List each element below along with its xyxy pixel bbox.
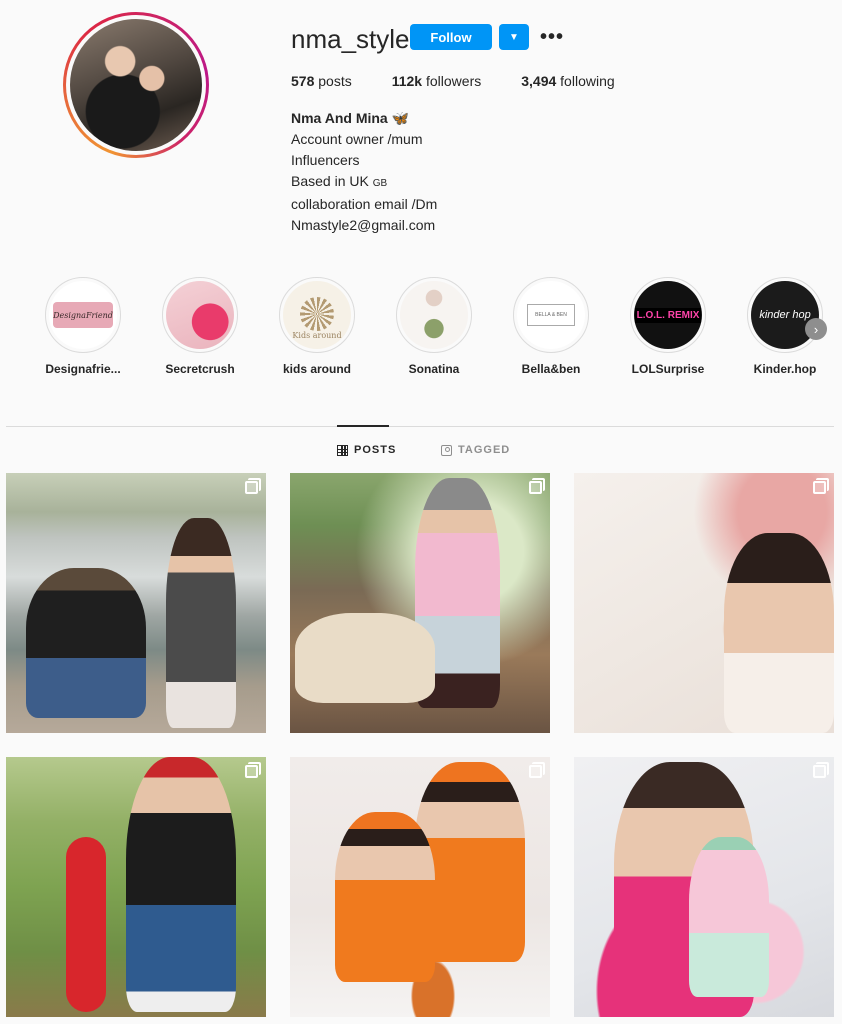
username: nma_style: [291, 24, 410, 54]
carousel-icon: [813, 762, 829, 778]
highlight-cover: Kids around: [283, 281, 351, 349]
post-thumbnail[interactable]: [574, 757, 834, 1017]
post-thumbnail[interactable]: [6, 473, 266, 733]
highlight-item[interactable]: BELLA & BEN Bella&ben: [496, 277, 606, 376]
posts-stat: 578 posts: [291, 73, 352, 89]
following-stat[interactable]: 3,494 following: [521, 73, 614, 89]
carousel-icon: [813, 478, 829, 494]
highlight-ring: DesignaFriend: [45, 277, 121, 353]
bio-line: Based in UK GB: [291, 171, 437, 194]
highlight-label: kids around: [282, 362, 351, 376]
tagged-user-icon: [441, 444, 452, 456]
carousel-icon: [529, 478, 545, 494]
story-highlights: DesignaFriend Designafrie... Secretcrush…: [20, 277, 840, 387]
profile-full-name: Nma And Mina 🦋: [291, 110, 410, 126]
more-options-icon[interactable]: •••: [540, 26, 564, 49]
posts-count: 578: [291, 73, 315, 89]
chevron-down-icon: ▼: [509, 31, 519, 43]
tabs-divider: [6, 426, 834, 427]
highlight-label: Bella&ben: [521, 362, 581, 376]
highlight-item[interactable]: Sonatina: [379, 277, 489, 376]
active-tab-indicator: [337, 425, 389, 427]
profile-avatar-ring[interactable]: [63, 12, 209, 158]
post-thumbnail[interactable]: [574, 473, 834, 733]
highlight-label: Sonatina: [408, 362, 460, 376]
following-count: 3,494: [521, 73, 557, 89]
highlight-ring: L.O.L. REMIX: [630, 277, 706, 353]
bio-email: Nmastyle2@gmail.com: [291, 217, 436, 233]
lol-remix-logo: L.O.L. REMIX: [634, 307, 702, 323]
post-thumbnail[interactable]: [290, 757, 550, 1017]
child-figure: [126, 757, 236, 1012]
post-thumbnail[interactable]: [6, 757, 266, 1017]
profile-stats: 578 posts 112k followers 3,494 following: [291, 73, 655, 89]
profile-avatar-frame: [66, 15, 206, 155]
highlight-label: Designafrie...: [45, 362, 121, 376]
followers-label: followers: [425, 73, 482, 89]
highlights-next-arrow-icon[interactable]: ›: [805, 318, 827, 340]
highlight-cover: L.O.L. REMIX: [634, 281, 702, 349]
highlight-label: Secretcrush: [165, 362, 235, 376]
highlight-ring: BELLA & BEN: [513, 277, 589, 353]
highlight-cover: [400, 281, 468, 349]
following-label: following: [560, 73, 615, 89]
highlight-label: LOLSurprise: [631, 362, 705, 376]
followers-stat[interactable]: 112k followers: [392, 73, 482, 89]
highlight-cover: BELLA & BEN: [517, 281, 585, 349]
spiral-logo-icon: [300, 296, 334, 331]
tab-tagged[interactable]: TAGGED: [441, 444, 510, 456]
designafriend-logo: DesignaFriend: [53, 302, 113, 328]
highlight-ring: [396, 277, 472, 353]
bio-location: Based in UK: [291, 173, 369, 189]
highlight-ring: kinder hop: [747, 277, 823, 353]
child-figure: [335, 812, 435, 982]
doll-figure: [689, 837, 769, 997]
highlight-label: Kinder.hop: [753, 362, 817, 376]
tab-posts[interactable]: POSTS: [337, 444, 396, 456]
follow-button[interactable]: Follow: [410, 24, 492, 50]
profile-avatar: [70, 19, 202, 151]
tab-tagged-label: TAGGED: [458, 444, 511, 456]
scooter-figure: [66, 837, 106, 1012]
child-figure: [724, 533, 834, 733]
grid-icon: [337, 444, 348, 456]
suggestions-dropdown-button[interactable]: ▼: [499, 24, 529, 50]
carousel-icon: [245, 762, 261, 778]
highlight-item[interactable]: DesignaFriend Designafrie...: [28, 277, 138, 376]
tab-posts-label: POSTS: [354, 444, 397, 456]
highlight-cover: DesignaFriend: [49, 281, 117, 349]
followers-count: 112k: [391, 73, 423, 89]
pram-figure: [295, 613, 435, 703]
profile-bio: Nma And Mina 🦋 Account owner /mum Influe…: [291, 108, 437, 236]
posts-label: posts: [318, 73, 352, 89]
stroller-figure: [26, 568, 146, 718]
highlight-cover: [166, 281, 234, 349]
bella-ben-logo: BELLA & BEN: [527, 304, 575, 326]
kinder-hop-logo: kinder hop: [759, 309, 811, 321]
highlight-item[interactable]: L.O.L. REMIX LOLSurprise: [613, 277, 723, 376]
carousel-icon: [529, 762, 545, 778]
kids-around-logo: Kids around: [292, 330, 342, 340]
carousel-icon: [245, 478, 261, 494]
bio-line: Influencers: [291, 152, 360, 168]
flag-gb-icon: GB: [372, 178, 388, 189]
child-figure: [166, 518, 236, 728]
bio-line: collaboration email /Dm: [291, 196, 438, 212]
bio-line: Account owner /mum: [291, 131, 423, 147]
post-thumbnail[interactable]: [290, 473, 550, 733]
highlight-item[interactable]: Kids around kids around: [262, 277, 372, 376]
highlight-item[interactable]: Secretcrush: [145, 277, 255, 376]
highlight-ring: [162, 277, 238, 353]
highlight-ring: Kids around: [279, 277, 355, 353]
highlight-cover: kinder hop: [751, 281, 819, 349]
